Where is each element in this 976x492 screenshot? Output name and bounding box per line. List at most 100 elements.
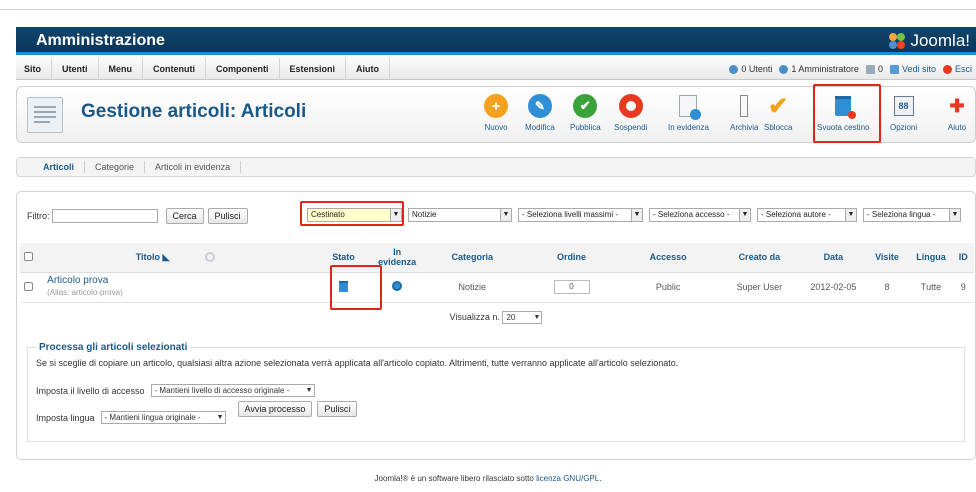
row-created-by[interactable]: Super User — [716, 272, 803, 303]
checkin-icon: ✔ — [768, 92, 789, 120]
screen-icon — [889, 64, 899, 74]
header-title: Amministrazione — [36, 32, 165, 49]
batch-tip: Se si sceglie di copiare un articolo, qu… — [36, 358, 679, 368]
limit-select[interactable]: 20 ▼ — [502, 311, 543, 324]
unpublish-button-label: Sospendi — [614, 123, 648, 132]
featured-toggle-icon[interactable] — [392, 281, 403, 291]
new-button-label: Nuovo — [484, 123, 508, 132]
col-id[interactable]: ID — [952, 243, 974, 273]
batch-run-button[interactable]: Avvia processo — [237, 400, 313, 417]
mail-icon — [865, 64, 875, 74]
row-date: 2012-02-05 — [802, 272, 865, 303]
archive-icon — [731, 93, 757, 119]
category-select[interactable]: Notizie ▼ — [408, 208, 512, 222]
joomla-logo[interactable]: Joomla! — [887, 31, 970, 51]
footer-end: . — [599, 474, 602, 483]
checkin-button[interactable]: ✔ Sblocca — [764, 92, 792, 133]
access-select[interactable]: - Seleziona accesso - ▼ — [649, 208, 751, 222]
search-input[interactable] — [51, 209, 158, 223]
help-icon: ✚ — [949, 95, 965, 116]
options-button[interactable]: 88 Opzioni — [890, 93, 917, 132]
archive-button[interactable]: Archivia — [730, 93, 758, 132]
limit-label: Visualizza n. — [449, 311, 500, 322]
page-title: Gestione articoli: Articoli — [81, 101, 307, 122]
help-button[interactable]: ✚ Aiuto — [944, 93, 970, 133]
archive-button-label: Archivia — [730, 123, 759, 132]
batch-fieldset: Processa gli articoli selezionati Se si … — [27, 342, 965, 442]
col-ordering[interactable]: Ordine — [523, 243, 620, 273]
tab-articoli[interactable]: Articoli — [17, 161, 86, 173]
status-bar: 0 Utenti 1 Amministratore 0 Vedi sito Es… — [729, 58, 972, 80]
featured-button[interactable]: In evidenza — [668, 93, 709, 132]
row-checkbox[interactable] — [24, 281, 34, 291]
menu-componenti[interactable]: Componenti — [206, 57, 280, 80]
search-button[interactable]: Cerca — [165, 208, 204, 224]
new-button[interactable]: + Nuovo — [483, 93, 509, 132]
menu-contenuti[interactable]: Contenuti — [143, 57, 206, 80]
language-select[interactable]: - Seleziona lingua - ▼ — [863, 208, 961, 222]
ordering-input[interactable]: 0 — [553, 280, 590, 294]
col-language[interactable]: Lingua — [909, 243, 953, 273]
batch-lang-select[interactable]: - Mantieni lingua originale - ▼ — [100, 411, 226, 424]
help-button-label: Aiuto — [947, 123, 967, 132]
levels-select[interactable]: - Seleziona livelli massimi - ▼ — [518, 208, 643, 222]
row-hits: 8 — [864, 272, 910, 303]
col-created-by[interactable]: Creato da — [716, 243, 803, 273]
footer-text: Joomla!® è un software libero rilasciato… — [374, 474, 537, 483]
publish-button[interactable]: ✔ Pubblica — [570, 93, 601, 132]
featured-icon — [675, 93, 702, 120]
browser-top-edge — [0, 0, 976, 10]
tab-articoli-in-evidenza[interactable]: Articoli in evidenza — [145, 161, 242, 173]
chevron-down-icon: ▼ — [216, 414, 224, 421]
batch-clear-button[interactable]: Pulisci — [317, 400, 358, 417]
col-access[interactable]: Accesso — [619, 243, 717, 273]
chevron-down-icon: ▼ — [533, 314, 541, 321]
batch-lang-row: Imposta lingua - Mantieni lingua origina… — [36, 400, 956, 424]
highlight-empty-trash — [813, 84, 881, 143]
check-icon: ✔ — [573, 94, 598, 118]
messages-count[interactable]: 0 — [865, 64, 883, 74]
joomla-logo-icon — [889, 33, 906, 49]
edit-button[interactable]: ✎ Modifica — [525, 93, 555, 132]
col-title[interactable]: Titolo ◣ — [37, 243, 315, 273]
options-icon: 88 — [891, 93, 917, 119]
table-header-row: Titolo ◣ Stato In evidenza Categoria Ordi… — [20, 243, 974, 273]
batch-access-select[interactable]: - Mantieni livello di accesso originale … — [150, 384, 315, 397]
chevron-down-icon: ▼ — [949, 209, 960, 221]
options-button-label: Opzioni — [890, 123, 918, 132]
col-date[interactable]: Data — [802, 243, 865, 273]
select-all-checkbox[interactable] — [24, 251, 34, 261]
batch-legend: Processa gli articoli selezionati — [39, 342, 188, 353]
menu-menu[interactable]: Menu — [99, 57, 143, 80]
filter-bar: Filtro: Cerca Pulisci — [27, 208, 248, 224]
pencil-icon: ✎ — [527, 94, 552, 118]
batch-access-row: Imposta il livello di accesso - Mantieni… — [36, 384, 956, 397]
featured-button-label: In evidenza — [668, 123, 709, 132]
logout-link[interactable]: Esci — [942, 64, 972, 74]
article-title-link[interactable]: Articolo prova — [47, 275, 314, 287]
tab-categorie[interactable]: Categorie — [85, 161, 146, 173]
unpublish-icon — [618, 94, 643, 118]
user-icon — [729, 64, 739, 74]
col-category[interactable]: Categoria — [421, 243, 524, 273]
highlight-state-filter — [300, 201, 404, 226]
menu-utenti[interactable]: Utenti — [52, 57, 99, 80]
online-admins: 1 Amministratore — [779, 64, 859, 74]
unpublish-button[interactable]: Sospendi — [614, 93, 647, 132]
loading-icon — [205, 252, 216, 263]
joomla-logo-text: Joomla! — [910, 31, 970, 50]
view-site-link[interactable]: Vedi sito — [889, 64, 936, 74]
chevron-down-icon: ▼ — [739, 209, 750, 221]
clear-filter-button[interactable]: Pulisci — [207, 208, 248, 224]
author-select[interactable]: - Seleziona autore - ▼ — [757, 208, 857, 222]
menu-sito[interactable]: Sito — [16, 57, 52, 80]
row-id: 9 — [952, 272, 974, 303]
license-link[interactable]: licenza GNU/GPL — [536, 474, 599, 483]
batch-access-label: Imposta il livello di accesso — [36, 385, 145, 396]
chevron-down-icon: ▼ — [500, 209, 511, 221]
col-hits[interactable]: Visite — [864, 243, 910, 273]
footer: Joomla!® è un software libero rilasciato… — [0, 474, 976, 483]
menu-aiuto[interactable]: Aiuto — [346, 57, 391, 80]
menu-estensioni[interactable]: Estensioni — [280, 57, 347, 80]
main-menu: Sito Utenti Menu Contenuti Componenti Es… — [16, 57, 976, 80]
